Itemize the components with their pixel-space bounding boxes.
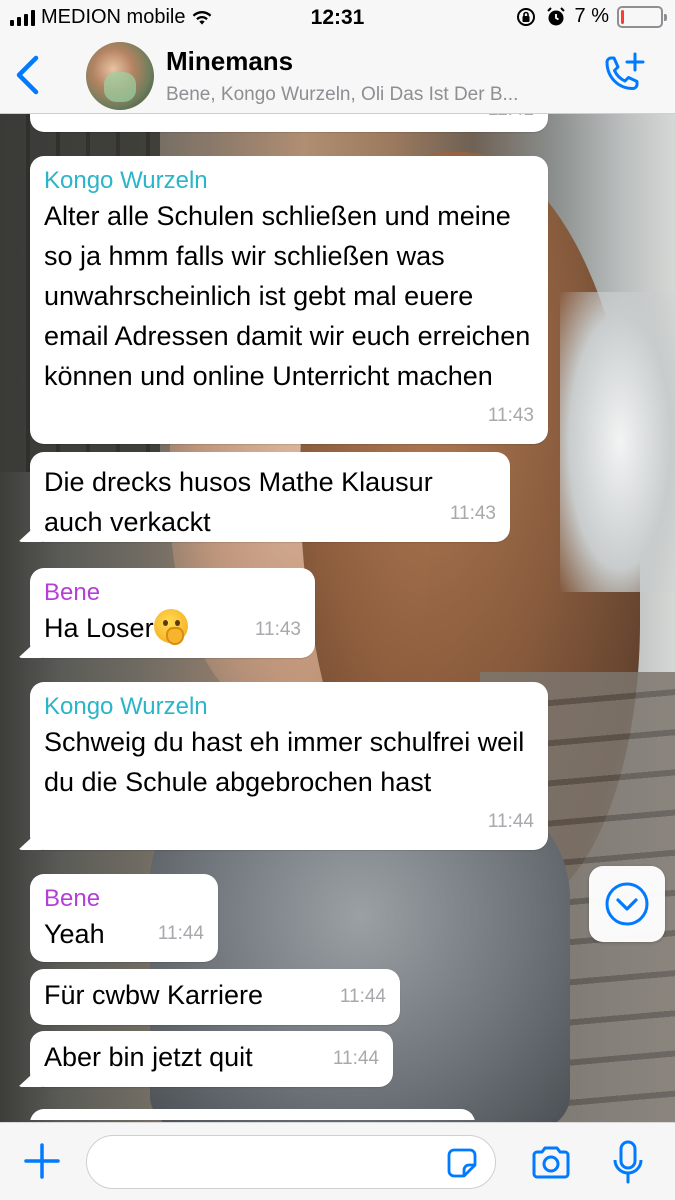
message-bubble[interactable]: Aber bin jetzt quit 11:44 <box>30 1031 393 1087</box>
message-bubble-partial[interactable] <box>30 1109 475 1120</box>
message-time: 11:43 <box>254 619 301 640</box>
scroll-to-bottom-button[interactable] <box>589 866 665 942</box>
composer-bar <box>0 1122 675 1200</box>
camera-icon[interactable] <box>530 1145 572 1181</box>
chevron-down-circle-icon <box>605 882 649 926</box>
chat-participants[interactable]: Bene, Kongo Wurzeln, Oli Das Ist Der B..… <box>166 84 586 106</box>
sender-name: Bene <box>44 579 101 606</box>
message-bubble[interactable]: Bene Ha Loser 11:43 <box>30 568 315 658</box>
chevron-left-icon[interactable] <box>8 52 48 98</box>
status-bar: MEDION mobile 12:31 7 % <box>0 0 675 38</box>
message-bubble-partial[interactable]: 11:41 <box>30 114 548 132</box>
message-time: 11:43 <box>449 503 496 524</box>
message-text: Die drecks husos Mathe Klausur auch verk… <box>44 467 433 537</box>
avatar-image <box>104 72 136 102</box>
plus-icon[interactable] <box>22 1141 62 1181</box>
sender-name: Kongo Wurzeln <box>44 167 208 194</box>
face-with-hand-over-mouth-icon <box>153 609 188 645</box>
message-time: 11:44 <box>487 811 534 832</box>
message-bubble[interactable]: Bene Yeah 11:44 <box>30 874 218 962</box>
message-text: Ha Loser <box>44 613 154 643</box>
message-bubble[interactable]: Kongo Wurzeln Schweig du hast eh immer s… <box>30 682 548 850</box>
group-avatar[interactable] <box>86 42 154 110</box>
message-input[interactable] <box>86 1135 496 1189</box>
message-text: Aber bin jetzt quit <box>44 1042 253 1072</box>
alarm-icon <box>546 6 565 25</box>
message-text: Schweig du hast eh immer schulfrei weil … <box>44 727 525 797</box>
sender-name: Bene <box>44 885 101 912</box>
message-list[interactable]: 11:41 Kongo Wurzeln Alter alle Schulen s… <box>0 114 675 1120</box>
message-time: 11:43 <box>487 405 534 426</box>
message-time: 11:41 <box>488 114 534 130</box>
message-time: 11:44 <box>339 986 386 1007</box>
message-text: Alter alle Schulen schließen und meine s… <box>44 201 531 391</box>
message-bubble[interactable]: Für cwbw Karriere 11:44 <box>30 969 400 1025</box>
message-bubble[interactable]: Kongo Wurzeln Alter alle Schulen schließ… <box>30 156 548 444</box>
battery-percent: 7 % <box>574 5 609 27</box>
message-bubble[interactable]: Die drecks husos Mathe Klausur auch verk… <box>30 452 510 542</box>
sender-name: Kongo Wurzeln <box>44 693 208 720</box>
chat-title[interactable]: Minemans <box>166 46 293 77</box>
sticker-icon[interactable] <box>446 1147 478 1179</box>
message-time: 11:44 <box>332 1048 379 1069</box>
message-time: 11:44 <box>157 923 204 944</box>
microphone-icon[interactable] <box>612 1139 644 1185</box>
rotation-lock-icon <box>516 7 535 26</box>
battery-level <box>621 9 624 24</box>
message-text: Für cwbw Karriere <box>44 980 264 1010</box>
add-call-icon[interactable] <box>599 52 647 100</box>
battery-icon <box>617 5 667 28</box>
chat-header: Minemans Bene, Kongo Wurzeln, Oli Das Is… <box>0 38 675 114</box>
status-right: 7 % <box>515 5 667 28</box>
